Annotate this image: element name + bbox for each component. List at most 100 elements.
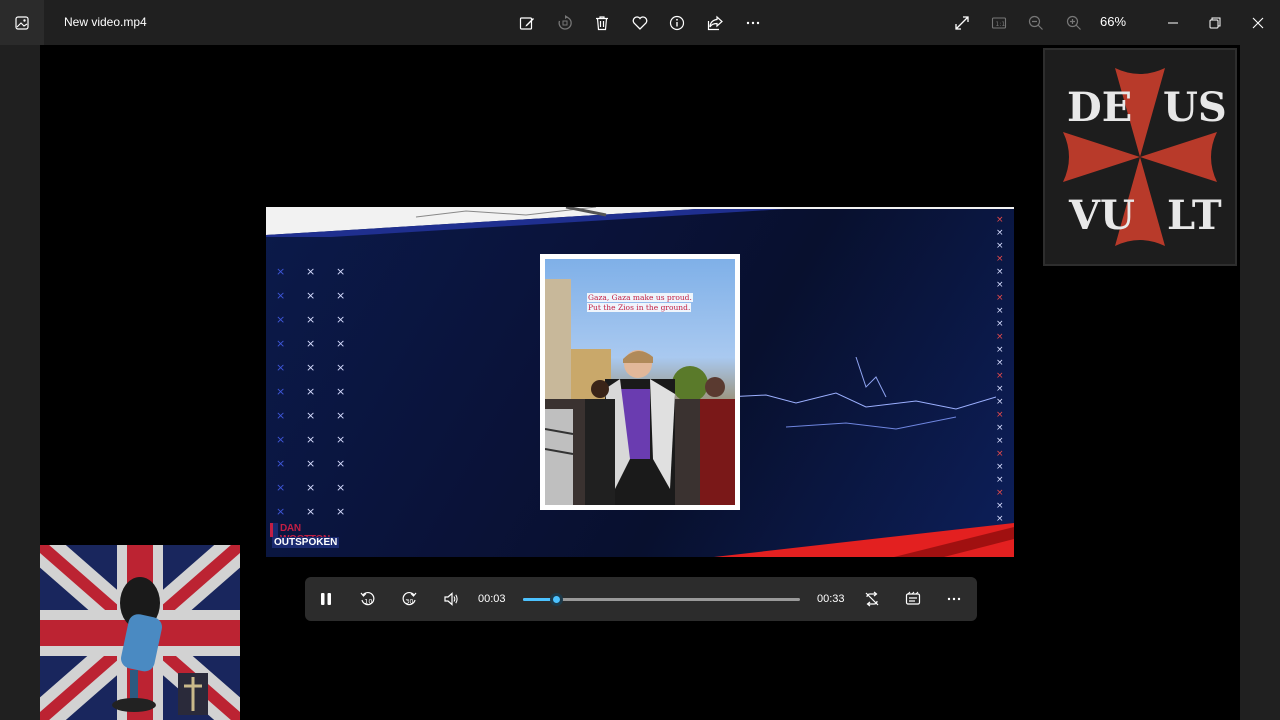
x-mark: × xyxy=(996,345,1004,355)
x-mark: × xyxy=(996,319,1004,329)
x-mark: × xyxy=(306,457,316,470)
x-mark: × xyxy=(336,361,346,374)
x-mark: × xyxy=(276,385,286,398)
x-mark: × xyxy=(996,410,1004,420)
caption-line-1: Gaza, Gaza make us proud. xyxy=(587,293,693,302)
x-pattern-right: × × × × × × × × × × × × × × × × × × × × × × × × xyxy=(996,215,1008,524)
x-mark: × xyxy=(996,475,1004,485)
x-mark: × xyxy=(306,409,316,422)
x-mark: × xyxy=(996,306,1004,316)
player-more-icon[interactable] xyxy=(943,588,965,610)
x-mark: × xyxy=(336,433,346,446)
photos-app-icon[interactable] xyxy=(0,0,44,45)
marble-banner-top xyxy=(266,207,1014,237)
x-mark: × xyxy=(996,332,1004,342)
x-mark: × xyxy=(306,289,316,302)
x-mark: × xyxy=(996,501,1004,511)
x-mark: × xyxy=(276,265,286,278)
patch-text-top-right: US xyxy=(1163,84,1227,131)
right-margin xyxy=(1240,45,1280,720)
x-mark: × xyxy=(996,423,1004,433)
x-mark: × xyxy=(306,505,316,518)
patch-text-top-left: DE xyxy=(1067,84,1133,131)
x-pattern-left: × × × × × × × × × × × × × × × × × × × × × × × × × × × × × × × × × xyxy=(276,265,346,518)
zoom-out-icon xyxy=(1024,11,1048,35)
x-mark: × xyxy=(996,267,1004,277)
x-mark: × xyxy=(276,337,286,350)
show-logo-sub: OUTSPOKEN xyxy=(272,537,340,548)
media-controls: 10 30 00:03 00:33 xyxy=(305,577,977,621)
x-mark: × xyxy=(996,462,1004,472)
x-mark: × xyxy=(996,371,1004,381)
current-time: 00:03 xyxy=(478,593,506,605)
x-mark: × xyxy=(996,514,1004,524)
seek-bar[interactable] xyxy=(523,593,800,606)
favorite-icon[interactable] xyxy=(628,11,652,35)
x-mark: × xyxy=(306,361,316,374)
lightning-graphic xyxy=(726,357,996,430)
protest-photo: Gaza, Gaza make us proud. Put the Zios i… xyxy=(540,254,740,510)
captions-button[interactable] xyxy=(902,588,924,610)
close-icon[interactable] xyxy=(1246,11,1270,35)
volume-button[interactable] xyxy=(440,588,462,610)
deus-vult-patch: DE US VU LT xyxy=(1043,48,1237,266)
skip-forward-label: 30 xyxy=(405,598,413,606)
x-mark: × xyxy=(996,280,1004,290)
actual-size-icon: 1:1 xyxy=(987,11,1011,35)
x-mark: × xyxy=(336,313,346,326)
x-mark: × xyxy=(306,337,316,350)
x-mark: × xyxy=(306,433,316,446)
x-mark: × xyxy=(336,265,346,278)
x-mark: × xyxy=(306,481,316,494)
restore-icon[interactable] xyxy=(1203,11,1227,35)
x-mark: × xyxy=(996,254,1004,264)
skip-forward-30-button[interactable]: 30 xyxy=(398,588,420,610)
patch-text-bottom-left: VU xyxy=(1069,192,1135,239)
x-mark: × xyxy=(276,457,286,470)
red-banner-bottom xyxy=(714,523,1014,557)
x-mark: × xyxy=(276,433,286,446)
show-logo: DAN WOOTTON OUTSPOKEN xyxy=(270,523,346,551)
x-mark: × xyxy=(996,449,1004,459)
full-screen-icon[interactable] xyxy=(950,11,974,35)
x-mark: × xyxy=(996,293,1004,303)
share-icon[interactable] xyxy=(703,11,727,35)
x-mark: × xyxy=(996,397,1004,407)
delete-icon[interactable] xyxy=(590,11,614,35)
minimize-icon[interactable] xyxy=(1161,11,1185,35)
x-mark: × xyxy=(276,481,286,494)
seek-bar-thumb[interactable] xyxy=(550,593,564,606)
x-mark: × xyxy=(306,265,316,278)
x-mark: × xyxy=(336,289,346,302)
info-icon[interactable] xyxy=(665,11,689,35)
title-bar: New video.mp4 1:1 66% xyxy=(0,0,1280,45)
x-mark: × xyxy=(996,384,1004,394)
skip-back-10-button[interactable]: 10 xyxy=(357,588,379,610)
x-mark: × xyxy=(336,337,346,350)
pause-button[interactable] xyxy=(315,588,337,610)
patch-text-bottom-right: LT xyxy=(1167,192,1222,239)
left-margin xyxy=(0,45,40,720)
x-mark: × xyxy=(996,228,1004,238)
caption-line-2: Put the Zios in the ground. xyxy=(587,303,692,312)
x-mark: × xyxy=(336,505,346,518)
x-mark: × xyxy=(276,409,286,422)
x-mark: × xyxy=(996,241,1004,251)
microphone-icon xyxy=(112,577,162,712)
x-mark: × xyxy=(996,488,1004,498)
repeat-off-button[interactable] xyxy=(861,588,883,610)
more-icon[interactable] xyxy=(741,11,765,35)
edit-image-icon[interactable] xyxy=(515,11,539,35)
rotate-icon xyxy=(553,11,577,35)
zoom-in-icon[interactable] xyxy=(1062,11,1086,35)
svg-text:1:1: 1:1 xyxy=(996,21,1006,28)
zoom-level[interactable]: 66% xyxy=(1100,14,1126,29)
x-mark: × xyxy=(276,313,286,326)
webcam-overlay xyxy=(40,545,240,720)
total-time: 00:33 xyxy=(817,593,845,605)
x-mark: × xyxy=(306,313,316,326)
x-mark: × xyxy=(996,436,1004,446)
x-mark: × xyxy=(276,505,286,518)
x-mark: × xyxy=(276,289,286,302)
video-caption: Gaza, Gaza make us proud. Put the Zios i… xyxy=(587,293,717,313)
